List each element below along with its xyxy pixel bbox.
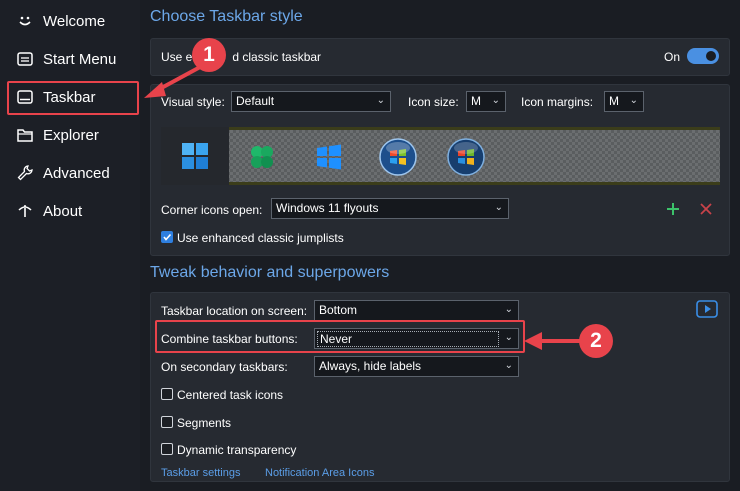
segments-checkbox[interactable]: [161, 416, 173, 428]
annotation-badge-1: 1: [192, 38, 226, 72]
secondary-taskbars-label: On secondary taskbars:: [161, 360, 288, 374]
checkmark-icon: [163, 233, 172, 241]
centered-icons-checkbox[interactable]: [161, 388, 173, 400]
highlight-box-taskbar: [7, 81, 139, 115]
folder-icon: [14, 124, 36, 146]
visual-style-dropdown[interactable]: Default ⌄: [231, 91, 391, 112]
windows-7-orb-icon[interactable]: [379, 138, 417, 181]
secondary-taskbars-dropdown[interactable]: Always, hide labels ⌄: [314, 356, 519, 377]
sidebar-item-label: Welcome: [43, 12, 106, 30]
chevron-down-icon: ⌄: [494, 202, 503, 213]
chevron-down-icon: ⌄: [504, 360, 513, 371]
corner-icons-value: Windows 11 flyouts: [276, 201, 379, 215]
notification-area-link[interactable]: Notification Area Icons: [265, 467, 374, 479]
sidebar-item-welcome[interactable]: Welcome: [14, 6, 105, 36]
centered-icons-label: Centered task icons: [177, 388, 284, 402]
wrench-icon: [14, 162, 36, 184]
icon-size-label: Icon size:: [408, 95, 459, 109]
remove-icon[interactable]: [699, 202, 713, 221]
sidebar-item-label: About: [43, 202, 83, 220]
segments-label: Segments: [177, 416, 232, 430]
sidebar-item-about[interactable]: About: [14, 196, 82, 226]
annotation-badge-2: 2: [579, 324, 613, 358]
icon-margins-dropdown[interactable]: M ⌄: [604, 91, 644, 112]
sidebar-item-explorer[interactable]: Explorer: [14, 120, 99, 150]
annotation-arrow-2: [524, 332, 582, 350]
highlight-box-combine: [155, 320, 525, 353]
taskbar-location-label: Taskbar location on screen:: [161, 304, 308, 318]
taskbar-style-preview[interactable]: [161, 127, 720, 185]
chevron-down-icon: ⌄: [629, 95, 638, 106]
corner-icons-dropdown[interactable]: Windows 11 flyouts ⌄: [271, 198, 509, 219]
enhanced-jumplists-label: Use enhanced classic jumplists: [177, 231, 344, 245]
dynamic-transparency-checkbox[interactable]: [161, 443, 173, 455]
video-play-icon[interactable]: [696, 300, 718, 323]
enhanced-jumplists-checkbox[interactable]: [161, 231, 173, 243]
taskbar-location-value: Bottom: [319, 303, 358, 317]
section-title-behavior: Tweak behavior and superpowers: [150, 264, 390, 281]
toggle-label: On: [664, 50, 681, 64]
secondary-taskbars-value: Always, hide labels: [319, 359, 422, 373]
taskbar-location-dropdown[interactable]: Bottom ⌄: [314, 300, 519, 321]
sidebar: Welcome Start Menu Taskbar Explorer Adva…: [0, 0, 140, 491]
chevron-down-icon: ⌄: [504, 304, 513, 315]
corner-icons-label: Corner icons open:: [161, 203, 263, 217]
classic-taskbar-toggle[interactable]: [687, 48, 719, 64]
windows-11-logo-icon[interactable]: [181, 142, 209, 175]
sidebar-item-advanced[interactable]: Advanced: [14, 158, 110, 188]
section-title-taskbar-style: Choose Taskbar style: [150, 8, 303, 25]
sidebar-item-label: Explorer: [43, 126, 99, 144]
windows-10-logo-icon[interactable]: [316, 144, 342, 175]
smile-icon: [14, 10, 36, 32]
taskbar-settings-link[interactable]: Taskbar settings: [161, 467, 240, 479]
info-icon: [14, 200, 36, 222]
add-icon[interactable]: [666, 202, 680, 221]
sidebar-item-label: Start Menu: [43, 50, 117, 68]
icon-margins-label: Icon margins:: [521, 95, 594, 109]
icon-size-dropdown[interactable]: M ⌄: [466, 91, 506, 112]
dynamic-transparency-label: Dynamic transparency: [177, 443, 297, 457]
icon-size-value: M: [471, 94, 481, 108]
windows-vista-orb-icon[interactable]: [447, 138, 485, 181]
icon-margins-value: M: [609, 94, 619, 108]
window-icon: [14, 48, 36, 70]
sidebar-item-label: Advanced: [43, 164, 110, 182]
visual-style-value: Default: [236, 94, 275, 108]
sidebar-item-start-menu[interactable]: Start Menu: [14, 44, 116, 74]
clover-logo-icon[interactable]: [249, 144, 275, 175]
chevron-down-icon: ⌄: [376, 95, 385, 106]
chevron-down-icon: ⌄: [491, 95, 500, 106]
